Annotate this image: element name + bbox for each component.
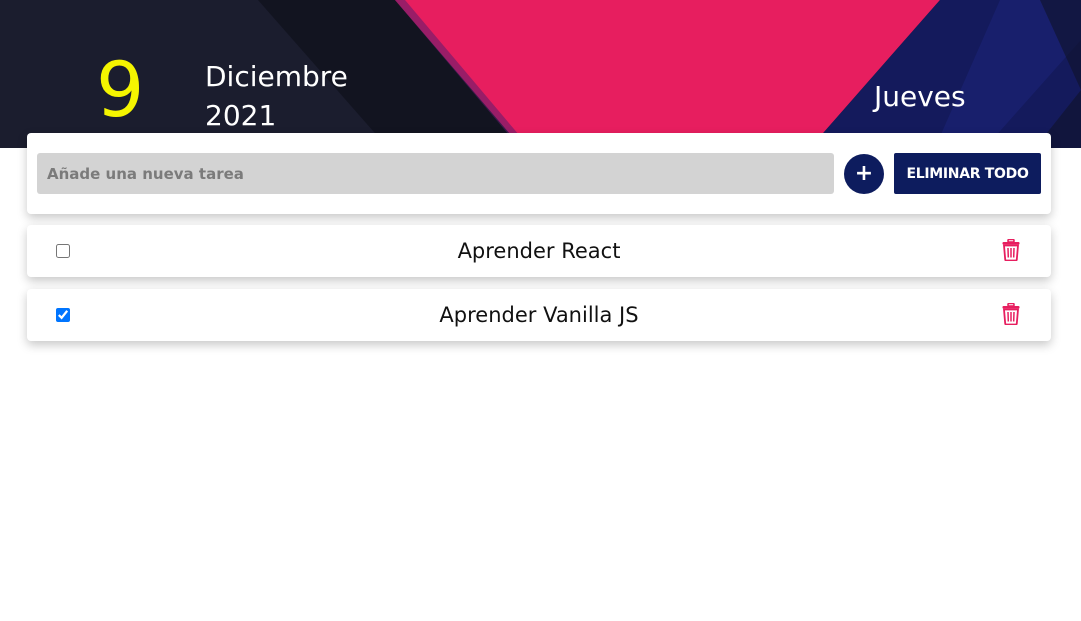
task-text: Aprender React bbox=[457, 239, 621, 263]
date-weekday: Jueves bbox=[874, 80, 966, 113]
clear-all-button[interactable]: ELIMINAR TODO bbox=[894, 153, 1041, 194]
task-checkbox[interactable] bbox=[56, 308, 70, 322]
new-task-input[interactable] bbox=[37, 153, 834, 194]
date-year: 2021 bbox=[205, 99, 277, 132]
date-day: 9 bbox=[96, 45, 145, 134]
add-task-button[interactable]: + bbox=[844, 154, 884, 194]
trash-icon[interactable] bbox=[1002, 303, 1020, 325]
date-header: 9 Diciembre 2021 Jueves bbox=[0, 0, 1081, 148]
add-task-form: + ELIMINAR TODO bbox=[27, 133, 1051, 214]
task-list: Aprender React Aprender Vanilla JS bbox=[27, 225, 1051, 353]
date-month: Diciembre bbox=[205, 60, 348, 93]
task-item: Aprender React bbox=[27, 225, 1051, 277]
header-background bbox=[0, 0, 1081, 148]
task-text: Aprender Vanilla JS bbox=[439, 303, 639, 327]
task-item: Aprender Vanilla JS bbox=[27, 289, 1051, 341]
task-checkbox[interactable] bbox=[56, 244, 70, 258]
trash-icon[interactable] bbox=[1002, 239, 1020, 261]
plus-icon: + bbox=[854, 161, 874, 186]
